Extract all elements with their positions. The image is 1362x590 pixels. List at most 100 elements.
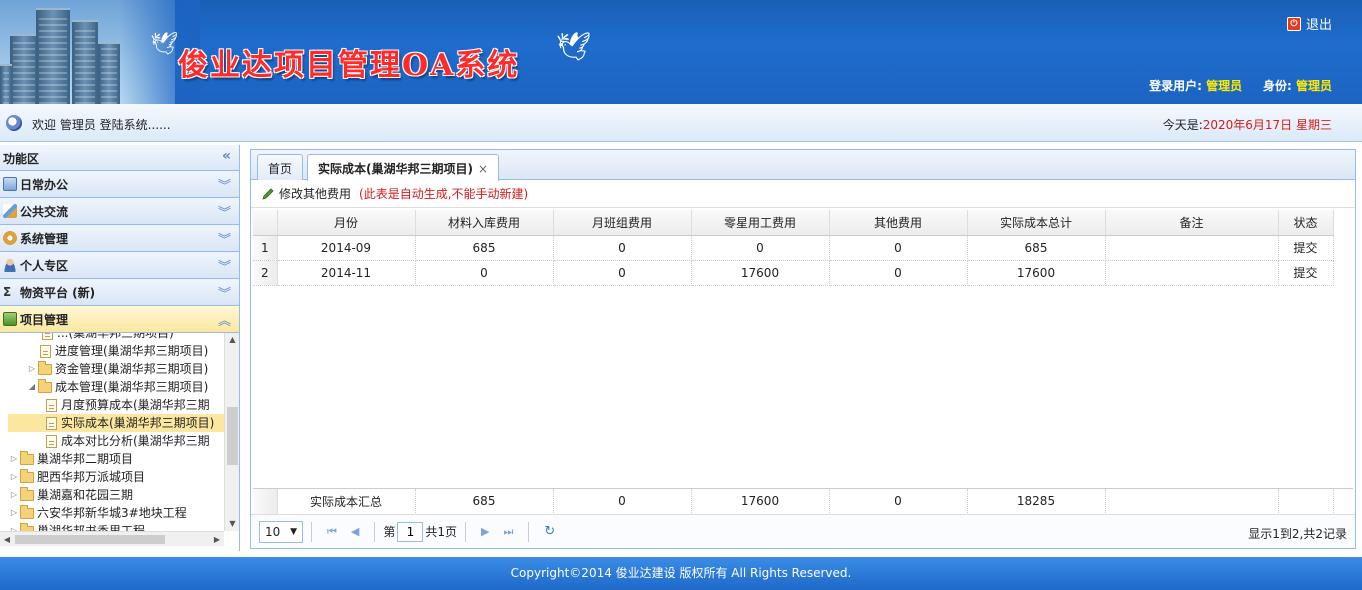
summary-label: 实际成本汇总 <box>277 489 416 515</box>
expand-icon[interactable]: ▷ <box>8 468 20 486</box>
scroll-right-icon[interactable]: ▶ <box>210 532 224 547</box>
scroll-thumb[interactable] <box>15 535 165 544</box>
column-header[interactable]: 备注 <box>1105 210 1279 236</box>
table-cell: 17600 <box>691 260 830 286</box>
folder-icon <box>38 360 52 375</box>
expand-icon[interactable]: ▷ <box>8 450 20 468</box>
last-page-icon[interactable]: ⏭ <box>504 525 514 539</box>
sidebar-section-project[interactable]: 项目管理 ︽ <box>0 306 239 333</box>
close-tab-icon[interactable]: × <box>478 162 488 176</box>
expand-icon[interactable]: ▷ <box>8 504 20 522</box>
summary-cell <box>1105 489 1279 515</box>
column-header[interactable]: 月班组费用 <box>553 210 692 236</box>
tree-vertical-scrollbar[interactable]: ▲ ▼ <box>224 333 239 531</box>
tree-item-monthly-budget[interactable]: 月度预算成本(巢湖华邦三期 <box>0 396 224 414</box>
scroll-left-icon[interactable]: ◀ <box>0 532 14 547</box>
summary-row: 实际成本汇总 685 0 17600 0 18285 <box>253 488 1353 515</box>
expand-icon[interactable]: ▷ <box>8 522 20 531</box>
folder-icon <box>20 468 34 483</box>
sidebar-section-materials[interactable]: Σ 物资平台 (新) ︾ <box>0 279 239 306</box>
logout-label: 退出 <box>1305 18 1332 33</box>
summary-cell <box>1278 489 1334 515</box>
prev-page-icon[interactable]: ◀ <box>351 525 359 538</box>
sidebar-section-daily[interactable]: 日常办公 ︾ <box>0 171 239 198</box>
tab-actual-cost[interactable]: 实际成本(巢湖华邦三期项目) × <box>307 154 500 181</box>
column-header[interactable]: 月份 <box>277 210 416 236</box>
sidebar-title: 功能区 « <box>0 145 239 171</box>
table-header-row: 月份 材料入库费用 月班组费用 零星用工费用 其他费用 实际成本总计 备注 状态 <box>253 210 1334 236</box>
scroll-down-icon[interactable]: ▼ <box>225 517 240 531</box>
sidebar: 功能区 « 日常办公 ︾ 公共交流 ︾ 系统管理 ︾ 个人专区 ︾ Σ 物资平台… <box>0 145 240 551</box>
scroll-thumb[interactable] <box>227 407 238 465</box>
chevron-down-icon: ︾ <box>217 233 231 248</box>
file-icon <box>42 333 53 340</box>
file-icon <box>46 398 57 412</box>
pagination-bar: 10 ▼ ⏮ ◀ 第 共1页 ▶ ⏭ ↻ 显示1到2,共2记录 <box>251 514 1355 548</box>
tree-item-project[interactable]: ▷ 巢湖嘉和花园三期 <box>0 486 224 504</box>
sidebar-section-system[interactable]: 系统管理 ︾ <box>0 225 239 252</box>
tree-item-actual-cost[interactable]: 实际成本(巢湖华邦三期项目) <box>8 414 224 432</box>
expand-icon[interactable]: ▷ <box>26 360 38 378</box>
data-grid: 月份 材料入库费用 月班组费用 零星用工费用 其他费用 实际成本总计 备注 状态… <box>253 210 1353 286</box>
expand-icon[interactable]: ▷ <box>8 486 20 504</box>
role-value: 管理员 <box>1295 79 1332 93</box>
user-icon <box>3 258 17 272</box>
folder-icon <box>20 504 34 519</box>
tab-bar: 首页 实际成本(巢湖华邦三期项目) × <box>251 150 1355 181</box>
tree-horizontal-scrollbar[interactable]: ◀ ▶ <box>0 531 224 546</box>
chevron-down-icon: ︾ <box>217 206 231 221</box>
table-cell: 0 <box>553 260 692 286</box>
summary-cell: 17600 <box>691 489 830 515</box>
scroll-up-icon[interactable]: ▲ <box>225 333 240 347</box>
summary-cell: 0 <box>829 489 968 515</box>
column-header[interactable]: 材料入库费用 <box>415 210 554 236</box>
table-cell: 0 <box>829 260 968 286</box>
collapse-icon[interactable]: ◢ <box>26 378 38 396</box>
tree-item-partial[interactable]: ...(巢湖华邦三期项目) <box>0 333 224 342</box>
table-cell: 17600 <box>967 260 1106 286</box>
tree-item-project[interactable]: ▷ 巢湖华邦书香里工程 <box>0 522 224 531</box>
row-number: 2 <box>253 260 278 286</box>
column-header[interactable]: 零星用工费用 <box>691 210 830 236</box>
tree-item-project[interactable]: ▷ 肥西华邦万派城项目 <box>0 468 224 486</box>
table-cell: 685 <box>415 235 554 261</box>
table-cell: 0 <box>553 235 692 261</box>
logout-button[interactable]: ⏻ 退出 <box>1286 14 1332 33</box>
table-row[interactable]: 2 2014-11 0 0 17600 0 17600 提交 <box>253 260 1334 286</box>
grid-toolbar: 修改其他费用 (此表是自动生成,不能手动新建) <box>251 180 1355 208</box>
sigma-icon: Σ <box>3 285 12 299</box>
column-header[interactable]: 其他费用 <box>829 210 968 236</box>
column-header[interactable]: 实际成本总计 <box>967 210 1106 236</box>
sidebar-section-communication[interactable]: 公共交流 ︾ <box>0 198 239 225</box>
tab-home[interactable]: 首页 <box>257 154 304 180</box>
gear-icon <box>3 231 17 245</box>
column-header[interactable]: 状态 <box>1278 210 1334 236</box>
summary-cell: 18285 <box>967 489 1106 515</box>
tree-item-project[interactable]: ▷ 六安华邦新华城3#地块工程 <box>0 504 224 522</box>
table-row[interactable]: 1 2014-09 685 0 0 0 685 提交 <box>253 235 1334 261</box>
welcome-bar: 欢迎 管理员 登陆系统...... 今天是:2020年6月17日 星期三 <box>0 104 1362 142</box>
tree-item-funds[interactable]: ▷ 资金管理(巢湖华邦三期项目) <box>0 360 224 378</box>
record-info: 显示1到2,共2记录 <box>1248 527 1347 541</box>
first-page-icon[interactable]: ⏮ <box>327 525 337 539</box>
table-cell: 0 <box>691 235 830 261</box>
tree-item-cost-compare[interactable]: 成本对比分析(巢湖华邦三期 <box>0 432 224 450</box>
page-number-input[interactable] <box>397 521 424 542</box>
page-size-select[interactable]: 10 ▼ <box>259 520 303 543</box>
tree-item-progress[interactable]: 进度管理(巢湖华邦三期项目) <box>0 342 224 360</box>
table-cell <box>1105 235 1279 261</box>
project-icon <box>3 312 17 326</box>
next-page-icon[interactable]: ▶ <box>481 525 489 538</box>
sidebar-section-personal[interactable]: 个人专区 ︾ <box>0 252 239 279</box>
dove-icon: 🕊 <box>150 32 178 57</box>
tree-item-cost[interactable]: ◢ 成本管理(巢湖华邦三期项目) <box>0 378 224 396</box>
copyright-footer: Copyright©2014 俊业达建设 版权所有 All Rights Res… <box>0 557 1362 590</box>
table-cell: 0 <box>415 260 554 286</box>
edit-other-fees-button[interactable]: 修改其他费用 <box>279 185 351 202</box>
refresh-icon[interactable]: ↻ <box>544 524 555 539</box>
file-icon <box>46 434 57 448</box>
tree-item-project[interactable]: ▷ 巢湖华邦二期项目 <box>0 450 224 468</box>
collapse-sidebar-icon[interactable]: « <box>222 148 231 164</box>
table-cell: 0 <box>829 235 968 261</box>
user-info: 登录用户: 管理员 身份: 管理员 <box>1149 79 1332 93</box>
